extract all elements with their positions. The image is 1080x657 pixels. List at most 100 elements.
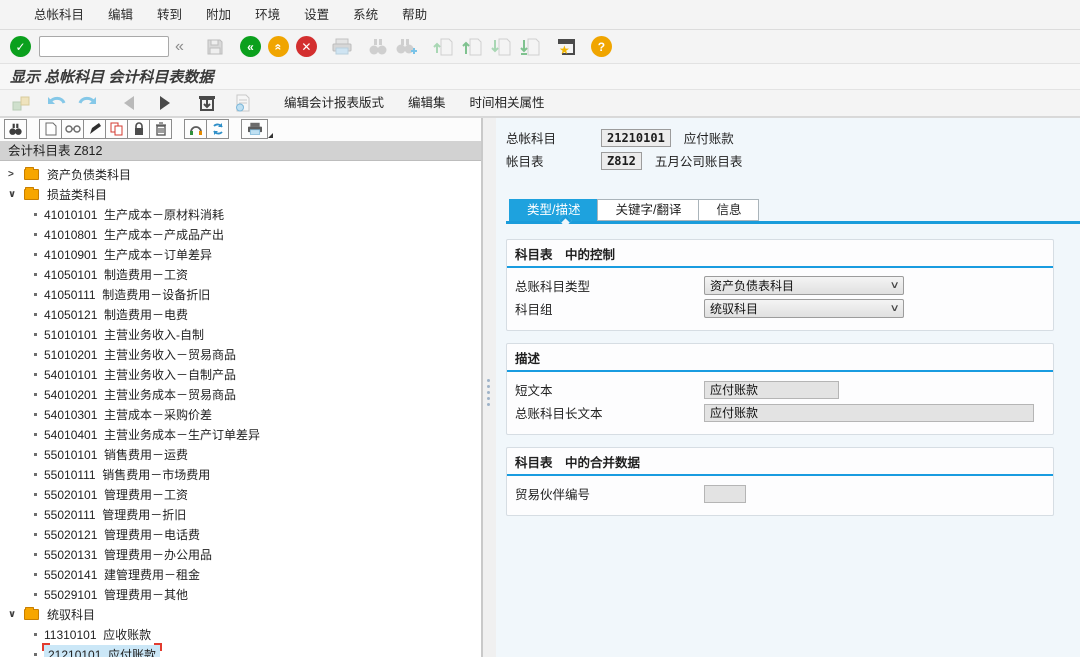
chevron-down-icon[interactable]: ∨ [8, 609, 24, 620]
document-overview-icon[interactable] [232, 92, 254, 114]
menu-item-7[interactable]: 帮助 [390, 0, 439, 30]
find-icon[interactable] [367, 36, 389, 58]
command-field[interactable] [39, 36, 169, 57]
account-label: 41010901 生产成本－订单差异 [44, 246, 212, 263]
tree-account-row[interactable]: 55020101 管理费用－工资 [0, 484, 481, 504]
delete-icon[interactable] [149, 119, 172, 139]
tree-account-row[interactable]: 55020121 管理费用－电话费 [0, 524, 481, 544]
copy-icon[interactable] [105, 119, 128, 139]
tree-account-row[interactable]: 41010801 生产成本－产成品产出 [0, 224, 481, 244]
menu-item-0[interactable]: 总帐科目 [22, 0, 96, 30]
tree-account-row[interactable]: 54010301 主营成本－采购价差 [0, 404, 481, 424]
goto-screen-icon[interactable] [196, 92, 218, 114]
tree-account-row[interactable]: 55020131 管理费用－办公用品 [0, 544, 481, 564]
cancel-icon[interactable]: ✕ [296, 36, 317, 57]
collapse-toolbar-icon[interactable]: « [175, 38, 184, 56]
lock-icon[interactable] [127, 119, 150, 139]
dropdown[interactable]: 资产负债表科目∨ [704, 276, 904, 295]
tree-account-row[interactable]: 55020141 建管理费用－租金 [0, 564, 481, 584]
folder-icon [24, 169, 39, 180]
tree-account-row[interactable]: 21210101 应付账款 [0, 644, 481, 657]
account-label: 55020121 管理费用－电话费 [44, 526, 200, 543]
tab-0[interactable]: 类型/描述 [509, 199, 598, 221]
tab-1[interactable]: 关键字/翻译 [597, 199, 699, 221]
edit-set-button[interactable]: 编辑集 [396, 91, 458, 116]
tree-account-row[interactable]: 51010201 主营业务收入－贸易商品 [0, 344, 481, 364]
application-toolbar: 编辑会计报表版式 编辑集 时间相关属性 [0, 90, 1080, 117]
tree-account-row[interactable]: 41050111 制造费用－设备折旧 [0, 284, 481, 304]
tree-account-row[interactable]: 55029101 管理费用－其他 [0, 584, 481, 604]
tree-account-row[interactable]: 41050121 制造费用－电费 [0, 304, 481, 324]
other-object-icon[interactable] [10, 92, 32, 114]
tree-account-row[interactable]: 51010101 主营业务收入-自制 [0, 324, 481, 344]
print-dropdown-icon[interactable] [268, 133, 273, 138]
account-label: 41050101 制造费用－工资 [44, 266, 188, 283]
group-title: 描述 [507, 344, 1053, 372]
chevron-right-icon[interactable]: > [8, 169, 24, 180]
tree-account-row[interactable]: 55020111 管理费用－折旧 [0, 504, 481, 524]
panel-splitter[interactable] [483, 118, 496, 657]
tree-account-row[interactable]: 54010401 主营业务成本－生产订单差异 [0, 424, 481, 444]
group-body: 短文本应付账款总账科目长文本应付账款 [507, 372, 1053, 434]
standard-toolbar: ✓ « « « ✕ ★ ? [0, 30, 1080, 64]
splitter-grip-icon[interactable] [487, 376, 491, 409]
tab-2[interactable]: 信息 [698, 199, 759, 221]
menu-item-1[interactable]: 编辑 [96, 0, 145, 30]
undo-icon[interactable] [46, 92, 68, 114]
redo-icon[interactable] [76, 92, 98, 114]
help-icon[interactable]: ? [591, 36, 612, 57]
bullet-icon [34, 293, 37, 296]
dropdown[interactable]: 统驭科目∨ [704, 299, 904, 318]
tree-folder-row[interactable]: ∨损益类科目 [0, 184, 481, 204]
last-page-icon[interactable] [519, 36, 541, 58]
refresh-icon[interactable] [206, 119, 229, 139]
field-label: 总帐科目 [506, 128, 601, 147]
bullet-icon [34, 233, 37, 236]
next-page-icon[interactable] [490, 36, 512, 58]
field-value-box[interactable]: 21210101 [601, 129, 671, 147]
assign-icon[interactable] [184, 119, 207, 139]
find-icon[interactable] [4, 119, 27, 139]
ok-icon[interactable]: ✓ [10, 36, 31, 57]
bullet-icon [34, 433, 37, 436]
field-value-box[interactable]: Z812 [601, 152, 642, 170]
previous-screen-icon[interactable] [118, 92, 140, 114]
print-icon[interactable] [241, 119, 268, 139]
next-screen-icon[interactable] [154, 92, 176, 114]
edit-financial-statement-version-button[interactable]: 编辑会计报表版式 [272, 91, 396, 116]
menu-item-5[interactable]: 设置 [292, 0, 341, 30]
text-input[interactable] [704, 485, 746, 503]
tree-account-row[interactable]: 55010111 销售费用－市场费用 [0, 464, 481, 484]
tree-folder-row[interactable]: >资产负债类科目 [0, 164, 481, 184]
back-icon[interactable]: « [240, 36, 261, 57]
tree-account-row[interactable]: 41050101 制造费用－工资 [0, 264, 481, 284]
tree-account-row[interactable]: 41010101 生产成本－原材料消耗 [0, 204, 481, 224]
display-icon[interactable] [61, 119, 84, 139]
menu-item-2[interactable]: 转到 [145, 0, 194, 30]
menu-item-3[interactable]: 附加 [194, 0, 243, 30]
exit-icon[interactable]: « [268, 36, 289, 57]
chevron-down-icon[interactable]: ∨ [8, 189, 24, 200]
menu-item-6[interactable]: 系统 [341, 0, 390, 30]
first-page-icon[interactable] [432, 36, 454, 58]
time-dependent-attributes-button[interactable]: 时间相关属性 [458, 91, 557, 116]
save-icon[interactable] [204, 36, 226, 58]
edit-icon[interactable] [83, 119, 106, 139]
tree-account-row[interactable]: 11310101 应收账款 [0, 624, 481, 644]
create-icon[interactable] [39, 119, 62, 139]
text-input[interactable]: 应付账款 [704, 404, 1034, 422]
tree-folder-row[interactable]: ∨ 统驭科目 [0, 604, 481, 624]
group-row-label: 短文本 [515, 380, 704, 399]
menu-item-4[interactable]: 环境 [243, 0, 292, 30]
text-input[interactable]: 应付账款 [704, 381, 839, 399]
previous-page-icon[interactable] [461, 36, 483, 58]
bullet-icon [34, 573, 37, 576]
tree-account-row[interactable]: 54010101 主营业务收入－自制产品 [0, 364, 481, 384]
tree-account-row[interactable]: 54010201 主营业务成本－贸易商品 [0, 384, 481, 404]
find-next-icon[interactable] [396, 36, 418, 58]
create-shortcut-icon[interactable]: ★ [555, 36, 577, 58]
print-icon[interactable] [331, 36, 353, 58]
tree-account-row[interactable]: 41010901 生产成本－订单差异 [0, 244, 481, 264]
tree-account-row[interactable]: 55010101 销售费用－运费 [0, 444, 481, 464]
folder-label: 统驭科目 [47, 606, 95, 623]
